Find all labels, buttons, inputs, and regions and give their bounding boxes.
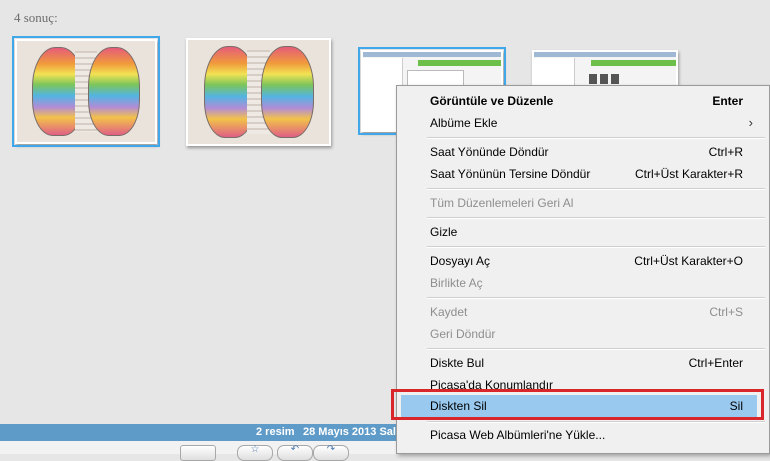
menu-separator	[427, 188, 765, 190]
foot-reflexology-image	[188, 40, 329, 144]
menu-separator	[427, 297, 765, 299]
menu-separator	[427, 217, 765, 219]
menu-item-save[interactable]: Kaydet Ctrl+S	[397, 301, 769, 323]
context-menu: Görüntüle ve Düzenle Enter Albüme Ekle ›…	[396, 85, 770, 454]
rotate-right-button[interactable]: ↷	[313, 444, 349, 461]
selection-count: 2 resim	[256, 426, 295, 438]
menu-separator	[427, 421, 765, 423]
menu-item-revert[interactable]: Geri Döndür	[397, 323, 769, 345]
rotate-left-icon: ↶	[290, 444, 300, 455]
menu-item-upload-web-albums[interactable]: Picasa Web Albümleri'ne Yükle...	[397, 424, 769, 446]
menu-item-open-with[interactable]: Birlikte Aç	[397, 272, 769, 294]
menu-item-undo-all-edits[interactable]: Tüm Düzenlemeleri Geri Al	[397, 192, 769, 214]
menu-item-rotate-clockwise[interactable]: Saat Yönünde Döndür Ctrl+R	[397, 141, 769, 163]
menu-item-view-edit[interactable]: Görüntüle ve Düzenle Enter	[397, 90, 769, 112]
menu-item-hide[interactable]: Gizle	[397, 221, 769, 243]
photo-thumbnail[interactable]	[186, 38, 331, 146]
menu-item-add-to-album[interactable]: Albüme Ekle ›	[397, 112, 769, 134]
foot-reflexology-image	[17, 41, 155, 142]
rotate-right-icon: ↷	[326, 444, 336, 455]
star-icon: ☆	[250, 444, 260, 455]
menu-item-find-on-disk[interactable]: Diskte Bul Ctrl+Enter	[397, 352, 769, 374]
menu-separator	[427, 348, 765, 350]
menu-item-rotate-counterclockwise[interactable]: Saat Yönünün Tersine Döndür Ctrl+Üst Kar…	[397, 163, 769, 185]
rotate-left-button[interactable]: ↶	[277, 444, 313, 461]
menu-separator	[427, 246, 765, 248]
toolbar-field[interactable]	[180, 445, 216, 461]
photo-thumbnail[interactable]	[12, 36, 160, 147]
menu-item-open-file[interactable]: Dosyayı Aç Ctrl+Üst Karakter+O	[397, 250, 769, 272]
menu-item-delete-from-disk[interactable]: Diskten Sil Sil	[401, 395, 757, 417]
star-button[interactable]: ☆	[237, 444, 273, 461]
menu-item-locate-in-picasa[interactable]: Picasa'da Konumlandır	[397, 374, 769, 396]
results-count-label: 4 sonuç:	[14, 10, 58, 25]
menu-separator	[427, 137, 765, 139]
chevron-right-icon: ›	[748, 115, 753, 130]
